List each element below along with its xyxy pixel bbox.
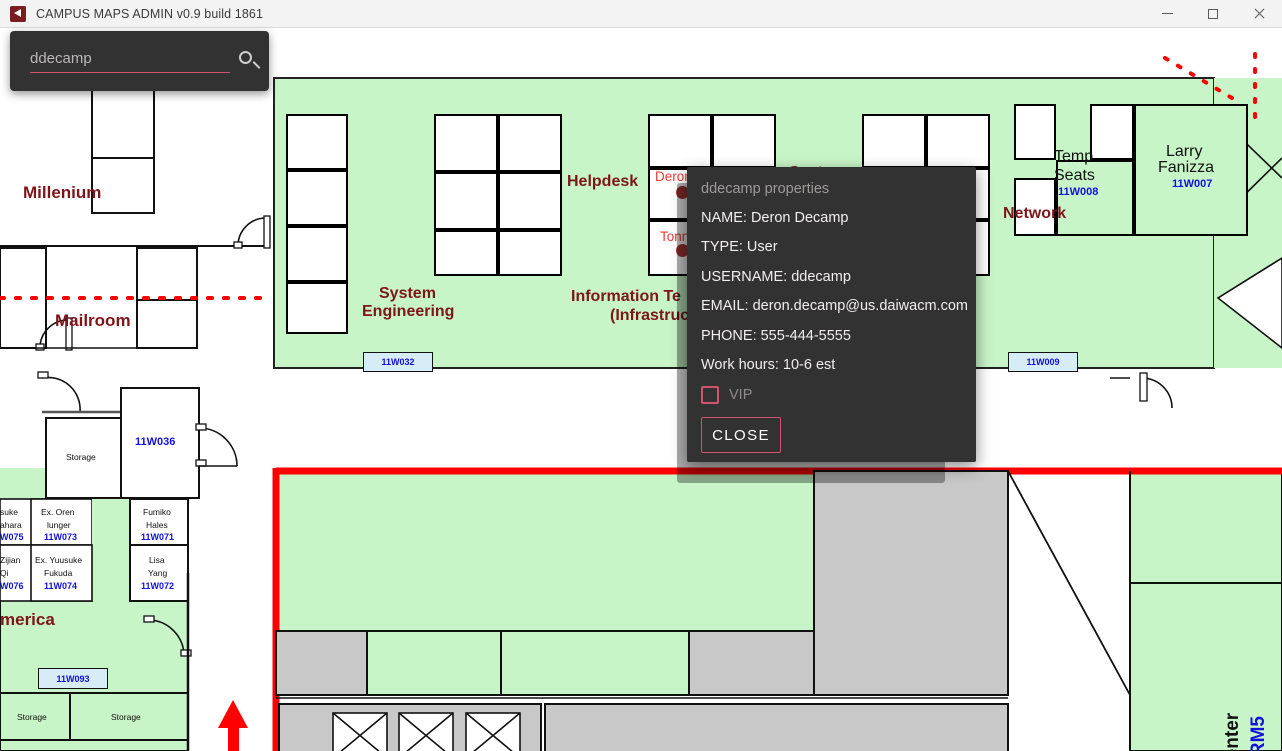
search-panel[interactable] [10,31,269,91]
campus-maps-logo-icon [10,6,26,22]
dialog-title: ddecamp properties [701,181,829,197]
desk-cell[interactable] [286,282,348,334]
room-code-t-rm5: T-RM5 [1248,716,1270,751]
vip-checkbox-row[interactable]: VIP [701,386,752,404]
desk-cell[interactable] [648,114,712,168]
floor-plan-canvas[interactable]: 11W032 11W009 11W093 Millenium Mailroom … [0,28,1282,751]
field-name: NAME: Deron Decamp [701,210,966,226]
desk-cell[interactable] [498,114,562,172]
room-code-11w093[interactable]: 11W093 [38,668,108,689]
desk-cell[interactable] [434,114,498,172]
title-bar: CAMPUS MAPS ADMIN v0.9 build 1861 [0,0,1282,28]
properties-dialog[interactable]: ddecamp properties NAME: Deron Decamp TY… [687,167,976,462]
field-username: USERNAME: ddecamp [701,269,966,285]
application-window: CAMPUS MAPS ADMIN v0.9 build 1861 [0,0,1282,751]
close-window-button[interactable] [1236,0,1282,27]
vip-checkbox[interactable] [701,386,719,404]
field-type: TYPE: User [701,239,966,255]
vip-label: VIP [729,387,752,403]
desk-cell[interactable] [862,114,926,168]
maximize-icon [1208,9,1218,19]
temp-seats-area[interactable] [1056,160,1134,236]
desk-cell[interactable] [926,114,990,168]
close-icon [1253,8,1265,20]
room-code-11w009[interactable]: 11W009 [1008,352,1078,372]
desk-cell[interactable] [434,172,498,230]
window-controls [1144,0,1282,27]
desk-cell[interactable] [498,230,562,276]
minimize-icon [1162,13,1173,14]
desk-cell[interactable] [286,114,348,170]
room-code-label: 11W009 [1026,357,1059,367]
search-icon[interactable] [236,48,262,74]
search-input[interactable] [30,50,230,73]
desk-cell[interactable] [434,230,498,276]
dialog-fields: NAME: Deron Decamp TYPE: User USERNAME: … [701,210,966,386]
zone-label-center: Center [1222,713,1244,751]
field-work-hours: Work hours: 10-6 est [701,357,966,373]
desk-cell[interactable] [1014,178,1056,236]
desk-cell[interactable] [286,170,348,226]
desk-cell[interactable] [286,226,348,282]
room-code-label: 11W032 [381,357,414,367]
desk-cell[interactable] [1014,104,1056,160]
field-phone: PHONE: 555-444-5555 [701,328,966,344]
field-email: EMAIL: deron.decamp@us.daiwacm.com [701,298,966,314]
desk-cell[interactable] [1090,104,1134,160]
larry-fanizza-office[interactable] [1134,104,1248,236]
minimize-button[interactable] [1144,0,1190,27]
desk-cell[interactable] [712,114,776,168]
maximize-button[interactable] [1190,0,1236,27]
window-title: CAMPUS MAPS ADMIN v0.9 build 1861 [36,7,263,21]
room-code-label: 11W093 [56,674,89,684]
desk-cell[interactable] [498,172,562,230]
room-code-11w032[interactable]: 11W032 [363,352,433,372]
close-button[interactable]: CLOSE [701,417,781,453]
